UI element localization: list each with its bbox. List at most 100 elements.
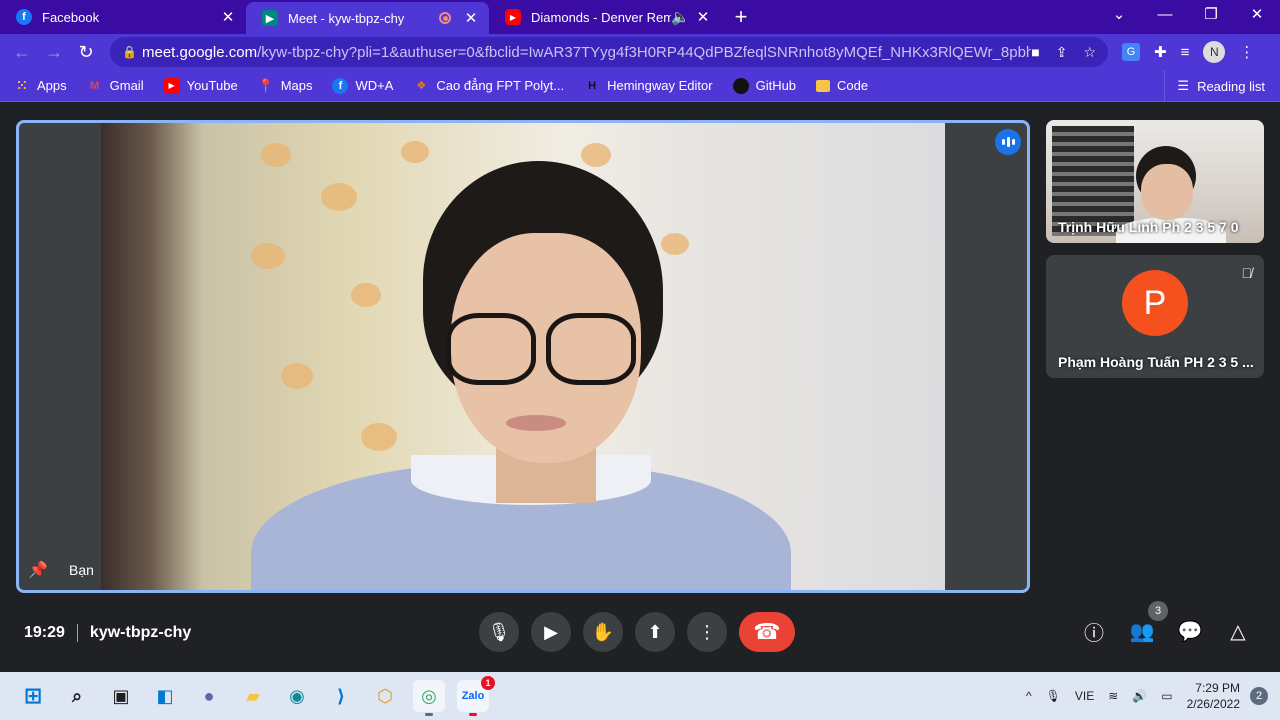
info-icon: ⓘ	[1084, 622, 1104, 645]
recording-icon	[439, 12, 451, 24]
language-indicator[interactable]: VIE	[1075, 689, 1094, 703]
battery-icon[interactable]: ▭	[1161, 689, 1172, 703]
participant-tile[interactable]: Trịnh Hữu Linh Ph 2 3 5 7 0	[1046, 120, 1264, 243]
microphone-icon: 🎙	[487, 621, 511, 642]
bookmarks-bar: ⁙ Apps M Gmail ▶ YouTube 📍 Maps f WD+A ❖…	[0, 70, 1280, 102]
translate-icon[interactable]: G	[1122, 43, 1140, 61]
bookmark-hemingway[interactable]: H Hemingway Editor	[584, 78, 712, 94]
mic-off-icon: 🎙̸	[1241, 265, 1253, 281]
active-indicator	[469, 713, 477, 716]
task-view-icon[interactable]: ▣	[105, 680, 137, 712]
windows-taskbar: ⊞ ⌕ ▣ ◧ ● ▰ ◉ ⟩ ⬡ ◎ Zalo 1 ^ 🎙 VIE ≋ 🔊 ▭ …	[0, 672, 1280, 720]
media-control-icon[interactable]: ≡	[1181, 44, 1190, 61]
bookmark-code[interactable]: Code	[816, 78, 868, 93]
participant-name: Phạm Hoàng Tuấn PH 2 3 5 ...	[1058, 354, 1254, 370]
audio-icon[interactable]: 🔈	[671, 8, 690, 26]
participant-name: Bạn	[69, 562, 94, 578]
pin-icon[interactable]: 📌	[27, 560, 49, 580]
share-icon[interactable]: ⇪	[1056, 44, 1068, 61]
main-video-tile[interactable]: 📌 Bạn	[16, 120, 1030, 593]
bookmark-label: Code	[837, 78, 869, 93]
zalo-icon[interactable]: Zalo 1	[457, 676, 495, 716]
new-tab-button[interactable]: +	[727, 4, 755, 30]
bookmark-youtube[interactable]: ▶ YouTube	[163, 77, 238, 94]
bookmark-apps[interactable]: ⁙ Apps	[14, 78, 67, 94]
present-screen-button[interactable]: ⬆	[635, 612, 675, 652]
tab-youtube[interactable]: ▶ Diamonds - Denver Remix 🔈 ✕	[489, 0, 721, 34]
hemingway-icon: H	[588, 79, 597, 92]
participant-tile[interactable]: P 🎙̸ Phạm Hoàng Tuấn PH 2 3 5 ...	[1046, 255, 1264, 378]
address-bar[interactable]: 🔒 meet.google.com/kyw-tbpz-chy?pli=1&aut…	[110, 37, 1108, 67]
restore-icon[interactable]: ❐	[1188, 0, 1234, 34]
reload-icon[interactable]: ↻	[70, 42, 102, 63]
clock[interactable]: 7:29 PM 2/26/2022	[1187, 680, 1240, 712]
url-domain: meet.google.com	[142, 43, 258, 61]
bookmark-maps[interactable]: 📍 Maps	[258, 78, 313, 94]
people-button[interactable]: 👥 3	[1126, 601, 1168, 647]
bookmark-wda[interactable]: f WD+A	[332, 77, 394, 94]
avatar: P	[1122, 270, 1188, 336]
end-call-button[interactable]: ☎	[739, 612, 795, 652]
microphone-icon[interactable]: 🎙	[1046, 689, 1061, 703]
meeting-info: 19:29 kyw-tbpz-chy	[24, 624, 191, 642]
profile-avatar[interactable]: N	[1203, 41, 1226, 63]
bookmark-gmail[interactable]: M Gmail	[87, 78, 144, 94]
menu-kebab-icon[interactable]: ⋮	[1239, 43, 1254, 61]
omnibox-icons: ■ ⇪ ☆	[1031, 44, 1096, 61]
browser-toolbar: ← → ↻ 🔒 meet.google.com/kyw-tbpz-chy?pli…	[0, 34, 1280, 70]
hexagon-app-icon[interactable]: ⬡	[369, 680, 401, 712]
volume-icon[interactable]: 🔊	[1132, 689, 1147, 703]
youtube-icon: ▶	[163, 77, 180, 94]
tab-strip: f Facebook ✕ ▶ Meet - kyw-tbpz-chy ✕ ▶ D…	[0, 0, 1280, 34]
clock-time: 7:29 PM	[1195, 681, 1240, 695]
forward-icon[interactable]: →	[38, 42, 70, 63]
start-button[interactable]: ⊞	[17, 680, 49, 712]
activities-button[interactable]: △	[1222, 615, 1254, 647]
meeting-details-button[interactable]: ⓘ	[1078, 615, 1110, 647]
maps-icon: 📍	[257, 77, 274, 93]
raise-hand-button[interactable]: ✋	[583, 612, 623, 652]
tab-title: Diamonds - Denver Remix	[531, 9, 671, 25]
bookmark-label: Gmail	[109, 78, 144, 93]
lock-icon[interactable]: 🔒	[122, 45, 142, 59]
notification-count-badge[interactable]: 2	[1250, 687, 1268, 705]
system-tray: ^ 🎙 VIE ≋ 🔊 ▭ 7:29 PM 2/26/2022 2	[1026, 672, 1280, 720]
wifi-icon[interactable]: ≋	[1108, 689, 1118, 703]
close-tab-icon[interactable]: ✕	[463, 9, 479, 27]
tab-facebook[interactable]: f Facebook ✕	[0, 0, 246, 34]
edge-icon[interactable]: ◉	[281, 680, 313, 712]
bookmark-label: GitHub	[755, 78, 797, 93]
facebook-icon: f	[332, 77, 349, 94]
close-window-icon[interactable]: ✕	[1234, 0, 1280, 34]
file-explorer-icon[interactable]: ▰	[237, 680, 269, 712]
back-icon[interactable]: ←	[6, 42, 38, 63]
video-camera-icon: ▶	[544, 621, 558, 642]
extensions-area: G ✚ ≡ N ⋮	[1122, 41, 1254, 63]
bookmark-star-icon[interactable]: ☆	[1083, 44, 1096, 61]
bookmark-github[interactable]: GitHub	[732, 77, 797, 94]
bookmark-label: WD+A	[355, 78, 394, 93]
teams-chat-icon[interactable]: ●	[193, 680, 225, 712]
gmail-icon: M	[90, 79, 100, 92]
reading-list-button[interactable]: ☰ Reading list	[1164, 70, 1265, 102]
close-tab-icon[interactable]: ✕	[695, 8, 711, 26]
tab-meet[interactable]: ▶ Meet - kyw-tbpz-chy ✕	[246, 2, 489, 34]
chat-button[interactable]: 💬	[1174, 615, 1206, 647]
bookmark-fpt[interactable]: ❖ Cao đẳng FPT Polyt...	[413, 78, 564, 94]
microphone-button[interactable]: 🎙	[479, 612, 519, 652]
hand-icon: ✋	[591, 621, 615, 642]
activities-shapes-icon: △	[1230, 620, 1246, 643]
search-icon[interactable]: ⌕	[61, 680, 93, 712]
chrome-icon[interactable]: ◎	[413, 680, 445, 716]
camera-button[interactable]: ▶	[531, 612, 571, 652]
more-options-button[interactable]: ⋮	[687, 612, 727, 652]
reading-list-label: Reading list	[1197, 78, 1265, 94]
widgets-icon[interactable]: ◧	[149, 680, 181, 712]
minimize-icon[interactable]: —	[1142, 0, 1188, 34]
vscode-icon[interactable]: ⟩	[325, 680, 357, 712]
tab-search-icon[interactable]: ⌄	[1096, 0, 1142, 34]
close-tab-icon[interactable]: ✕	[220, 8, 236, 26]
camera-icon[interactable]: ■	[1031, 44, 1039, 61]
chevron-up-icon[interactable]: ^	[1026, 689, 1032, 703]
extensions-puzzle-icon[interactable]: ✚	[1154, 43, 1167, 61]
